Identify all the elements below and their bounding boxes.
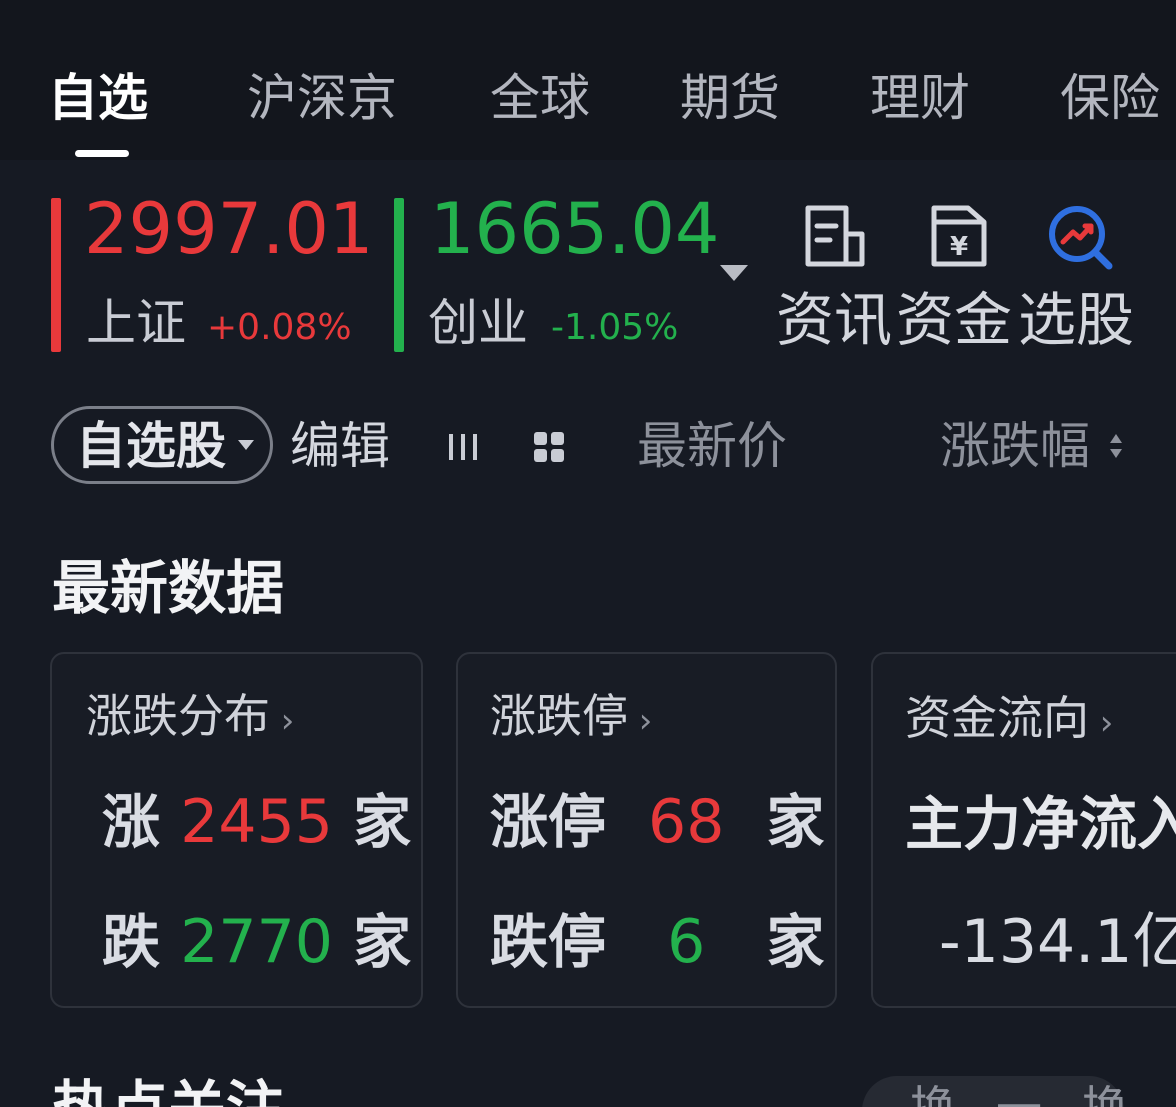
tab-global[interactable]: 全球 xyxy=(490,66,590,130)
card-advance-decline[interactable]: 涨跌分布 › 涨 2455 家 跌 2770 家 xyxy=(50,652,423,1008)
stat-limit-up: 涨停 68 家 xyxy=(490,787,825,857)
decliners-count: 2770 xyxy=(180,907,333,977)
stat-advancers: 涨 2455 家 xyxy=(102,787,412,857)
grid-view-icon[interactable] xyxy=(532,430,566,464)
index-name: 创业 xyxy=(428,294,528,352)
refresh-button-label: 换一换 xyxy=(910,1078,1168,1107)
tab-futures[interactable]: 期货 xyxy=(680,66,780,130)
index-change: +0.08% xyxy=(207,307,352,348)
active-tab-indicator xyxy=(75,150,129,157)
limit-up-count: 68 xyxy=(648,787,725,857)
stat-decliners: 跌 2770 家 xyxy=(102,907,412,977)
chevron-down-icon xyxy=(238,440,254,450)
column-change-pct[interactable]: 涨跌幅 xyxy=(940,414,1090,478)
stat-limit-down: 跌停 6 家 xyxy=(490,907,825,977)
app-screen: 自选 沪深京 全球 期货 理财 保险 2997.01 上证 +0.08% 166… xyxy=(0,0,1176,1107)
sort-icon[interactable] xyxy=(1108,430,1124,462)
svg-text:¥: ¥ xyxy=(950,232,968,262)
index-dropdown-icon[interactable] xyxy=(720,265,748,281)
index-value: 2997.01 xyxy=(84,188,374,270)
tab-wealth[interactable]: 理财 xyxy=(870,66,970,130)
card-fund-flow[interactable]: 资金流向 › 主力净流入 -134.1亿 xyxy=(871,652,1176,1008)
card-title: 资金流向 xyxy=(905,691,1089,745)
tab-insurance[interactable]: 保险 xyxy=(1060,66,1160,130)
chevron-right-icon: › xyxy=(270,701,295,741)
advancers-count: 2455 xyxy=(180,787,333,857)
limit-down-count: 6 xyxy=(667,907,706,977)
tab-a-shares[interactable]: 沪深京 xyxy=(247,66,397,130)
index-name: 上证 xyxy=(86,294,186,352)
index-change: -1.05% xyxy=(551,307,679,348)
index-trend-bar xyxy=(394,198,404,352)
section-title-hot-topics: 热点关注 xyxy=(52,1072,284,1107)
main-net-inflow-value: -134.1亿 xyxy=(939,907,1176,977)
chevron-right-icon: › xyxy=(1089,703,1114,743)
section-title-latest-data: 最新数据 xyxy=(52,554,285,622)
watchlist-label: 自选股 xyxy=(76,417,226,475)
stock-picker-icon[interactable] xyxy=(1045,202,1115,272)
list-view-icon[interactable] xyxy=(446,430,480,464)
column-latest-price[interactable]: 最新价 xyxy=(637,414,787,478)
card-title: 涨跌分布 xyxy=(86,689,270,743)
stock-picker-label[interactable]: 选股 xyxy=(1018,284,1134,356)
index-value: 1665.04 xyxy=(430,188,720,270)
card-limit-up-down[interactable]: 涨跌停 › 涨停 68 家 跌停 6 家 xyxy=(456,652,837,1008)
main-net-inflow-label: 主力净流入 xyxy=(905,790,1176,858)
card-title: 涨跌停 xyxy=(490,689,628,743)
news-label[interactable]: 资讯 xyxy=(776,284,892,356)
funds-icon[interactable]: ¥ xyxy=(924,202,994,272)
edit-button[interactable]: 编辑 xyxy=(290,414,390,478)
tab-watchlist[interactable]: 自选 xyxy=(48,66,148,130)
news-icon[interactable] xyxy=(800,202,870,272)
index-trend-bar xyxy=(51,198,61,352)
funds-label[interactable]: 资金 xyxy=(896,284,1012,356)
chevron-right-icon: › xyxy=(628,701,653,741)
